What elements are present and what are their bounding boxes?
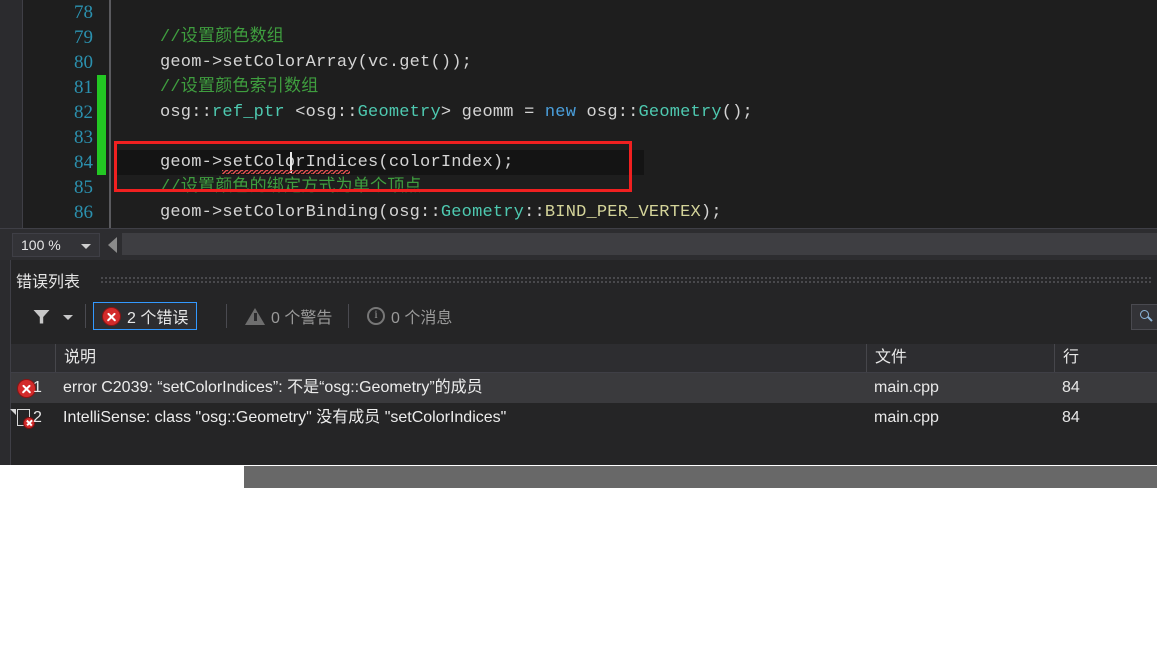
line-number: 86 <box>74 202 93 223</box>
filter-dropdown-chevron-icon[interactable] <box>63 315 73 320</box>
cell-index: 1 <box>33 379 42 396</box>
error-list-panel: 错误列表 2 个错误 0 个警告 0 个消息 <box>0 260 1157 465</box>
line-number: 78 <box>74 2 93 23</box>
code-token: //设置颜色索引数组 <box>160 78 319 97</box>
column-header-description[interactable]: 说明 <box>55 344 866 372</box>
error-list-body: 1 error C2039: “setColorIndices”: 不是“osg:… <box>10 373 1157 433</box>
code-token: geom->setColorArray(vc.get()); <box>160 53 473 72</box>
line-number: 85 <box>74 177 93 198</box>
line-number: 82 <box>74 102 93 123</box>
panel-drag-handle[interactable] <box>100 276 1151 285</box>
errors-filter-button[interactable]: 2 个错误 <box>93 302 198 330</box>
code-line[interactable]: 79 //设置颜色数组 <box>0 25 1157 50</box>
line-number: 81 <box>74 77 93 98</box>
change-indicator-bar <box>97 150 106 175</box>
code-line-text: geom->setColorBinding(osg::Geometry::BIN… <box>160 200 722 225</box>
search-icon <box>1140 310 1149 319</box>
code-token: //设置颜色数组 <box>160 28 285 47</box>
error-circle-icon <box>102 306 121 326</box>
column-header-file[interactable]: 文件 <box>866 344 1054 372</box>
code-token: :: <box>524 203 545 222</box>
cell-line: 84 <box>1062 409 1080 426</box>
code-line[interactable]: 86 geom->setColorBinding(osg::Geometry::B… <box>0 200 1157 225</box>
code-token: osg:: <box>576 103 639 122</box>
search-input[interactable] <box>1131 304 1157 330</box>
cell-description: IntelliSense: class "osg::Geometry" 没有成员… <box>63 409 507 426</box>
horizontal-scrollbar-thumb[interactable] <box>244 466 1157 488</box>
code-line-text: geom->setColorArray(vc.get()); <box>160 50 472 75</box>
change-indicator-bar <box>97 100 106 125</box>
code-line[interactable]: 80 geom->setColorArray(vc.get()); <box>0 50 1157 75</box>
code-token: Geometry <box>440 203 525 222</box>
zoom-level-value: 100 % <box>21 237 61 253</box>
panel-left-strip <box>0 260 10 465</box>
info-circle-icon <box>367 307 385 325</box>
table-row[interactable]: 1 error C2039: “setColorIndices”: 不是“osg:… <box>11 373 1157 403</box>
table-row[interactable]: 2 IntelliSense: class "osg::Geometry" 没有成… <box>10 403 1157 433</box>
code-lines: 78 79 //设置颜色数组 80 geom->setColorArray(vc.get… <box>0 0 1157 225</box>
column-header-line[interactable]: 行 <box>1054 344 1157 372</box>
code-token: osg:: <box>160 103 213 122</box>
errors-filter-label: 2 个错误 <box>127 310 189 327</box>
code-editor[interactable]: 78 79 //设置颜色数组 80 geom->setColorArray(vc.get… <box>0 0 1157 228</box>
code-line[interactable]: 84 geom->setColorIndices(colorIndex); <box>0 150 1157 175</box>
error-squiggle-underline <box>222 170 350 174</box>
error-list-table: 说明 文件 行 1 error C2039: “setColorIndices”:… <box>10 344 1157 465</box>
line-number: 80 <box>74 52 93 73</box>
code-line-text: //设置颜色数组 <box>160 25 284 50</box>
cell-index: 2 <box>33 409 42 426</box>
cell-file: main.cpp <box>874 409 939 426</box>
toolbar-divider-2 <box>226 304 227 328</box>
panel-title: 错误列表 <box>16 274 81 291</box>
error-list-toolbar: 2 个错误 0 个警告 0 个消息 <box>11 298 1157 334</box>
scroll-left-arrow-icon[interactable] <box>108 237 117 253</box>
code-line-text: //设置颜色的绑定方式为单个顶点 <box>160 175 422 200</box>
warnings-filter-label: 0 个警告 <box>271 310 333 327</box>
code-token: //设置颜色的绑定方式为单个顶点 <box>160 178 422 197</box>
code-token: (); <box>721 103 753 122</box>
code-token: <osg:: <box>284 103 358 122</box>
code-token: Geometry <box>357 103 441 122</box>
cell-line: 84 <box>1062 379 1080 396</box>
toolbar-divider-3 <box>348 304 349 328</box>
code-token: ref_ptr <box>212 103 285 122</box>
code-token: geom->setColorBinding(osg:: <box>160 203 441 222</box>
horizontal-scrollbar-track[interactable] <box>122 233 1157 488</box>
code-token: > geomm = <box>440 103 545 122</box>
messages-filter-label: 0 个消息 <box>391 310 453 327</box>
code-line[interactable]: 82 osg::ref_ptr <osg::Geometry> geomm = n… <box>0 100 1157 125</box>
code-line-text: //设置颜色索引数组 <box>160 75 318 100</box>
code-token: new <box>544 103 577 122</box>
vs-window: 78 79 //设置颜色数组 80 geom->setColorArray(vc.get… <box>0 0 1157 648</box>
cell-file: main.cpp <box>874 379 939 396</box>
line-number: 84 <box>74 152 93 173</box>
warnings-filter-button[interactable]: 0 个警告 <box>237 302 340 330</box>
warning-triangle-icon <box>245 307 265 325</box>
cell-description: error C2039: “setColorIndices”: 不是“osg::… <box>63 379 483 396</box>
code-line[interactable]: 83 <box>0 125 1157 150</box>
code-token: BIND_PER_VERTEX <box>544 203 701 222</box>
change-indicator-bar <box>97 125 106 150</box>
code-line[interactable]: 78 <box>0 0 1157 25</box>
chevron-down-icon <box>81 244 91 249</box>
column-header-index[interactable] <box>11 344 55 372</box>
code-token: Geometry <box>638 103 722 122</box>
code-line[interactable]: 81 //设置颜色索引数组 <box>0 75 1157 100</box>
toolbar-divider-1 <box>85 304 86 328</box>
code-line[interactable]: 85 //设置颜色的绑定方式为单个顶点 <box>0 175 1157 200</box>
zoom-level-select[interactable]: 100 % <box>12 233 100 257</box>
code-token: ); <box>700 203 722 222</box>
line-number: 79 <box>74 27 93 48</box>
filter-funnel-icon[interactable] <box>33 309 50 324</box>
change-indicator-bar <box>97 75 106 100</box>
code-line-text: osg::ref_ptr <osg::Geometry> geomm = new… <box>160 100 753 125</box>
line-number: 83 <box>74 127 93 148</box>
error-list-header-row: 说明 文件 行 <box>11 344 1157 373</box>
messages-filter-button[interactable]: 0 个消息 <box>359 302 460 330</box>
